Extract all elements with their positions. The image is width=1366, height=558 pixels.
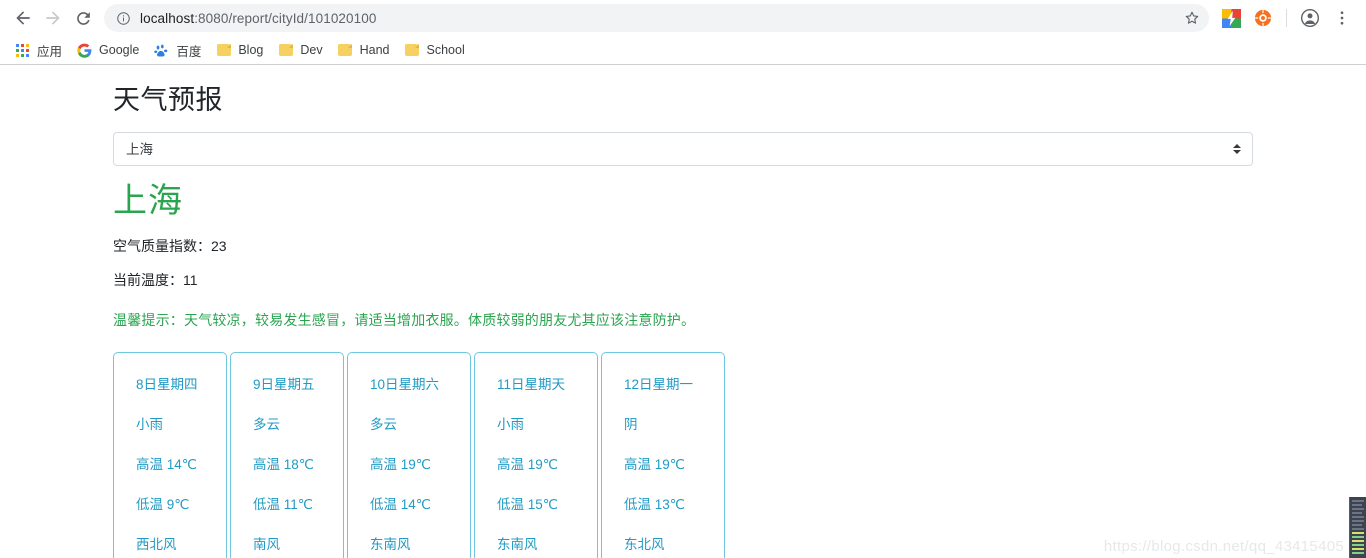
forecast-card: 10日星期六 多云 高温 19℃ 低温 14℃ 东南风 <box>347 352 471 558</box>
forecast-low: 低温 14℃ <box>370 497 431 512</box>
forecast-high: 高温 18℃ <box>253 457 314 472</box>
back-button[interactable] <box>8 3 38 33</box>
city-select[interactable]: 上海 <box>113 132 1253 166</box>
bookmark-item-apps[interactable]: 应用 <box>10 39 70 61</box>
bookmark-label: Hand <box>359 43 390 57</box>
folder-icon <box>337 42 354 59</box>
forecast-day: 9日星期五 <box>253 377 315 392</box>
city-name-heading: 上海 <box>113 182 183 220</box>
forecast-card: 8日星期四 小雨 高温 14℃ 低温 9℃ 西北风 <box>113 352 227 558</box>
bookmark-star-button[interactable] <box>1177 3 1207 33</box>
browser-chrome: localhost:8080/report/cityId/101020100 应… <box>0 0 1366 65</box>
forecast-card: 12日星期一 阴 高温 19℃ 低温 13℃ 东北风 <box>601 352 725 558</box>
url-path: :8080/report/cityId/101020100 <box>194 10 377 26</box>
forecast-card: 9日星期五 多云 高温 18℃ 低温 11℃ 南风 <box>230 352 344 558</box>
forecast-day: 10日星期六 <box>370 377 440 392</box>
forecast-high: 高温 19℃ <box>624 457 685 472</box>
orange-circle-extension-icon[interactable] <box>1250 5 1276 31</box>
forecast-low: 低温 13℃ <box>624 497 685 512</box>
forecast-wind: 南风 <box>253 537 280 552</box>
three-dot-menu-icon[interactable] <box>1329 5 1355 31</box>
forecast-condition: 阴 <box>624 417 638 432</box>
google-lightning-extension-icon[interactable] <box>1218 5 1244 31</box>
forecast-high: 高温 14℃ <box>136 457 197 472</box>
bookmark-item-blog[interactable]: Blog <box>211 39 271 61</box>
bookmark-item-school[interactable]: School <box>400 39 473 61</box>
google-g-icon <box>76 42 93 59</box>
bookmark-label: 应用 <box>37 44 63 59</box>
baidu-paw-icon <box>153 42 170 59</box>
page-viewport: 天气预报 上海 上海 空气质量指数：23 当前温度：11 温馨提示：天气较凉，较… <box>0 65 1366 558</box>
page-title: 天气预报 <box>113 85 223 115</box>
reload-button[interactable] <box>68 3 98 33</box>
weather-report-page: 天气预报 上海 上海 空气质量指数：23 当前温度：11 温馨提示：天气较凉，较… <box>0 83 1366 558</box>
forecast-wind: 东北风 <box>624 537 665 552</box>
profile-avatar-icon[interactable] <box>1297 5 1323 31</box>
forecast-high: 高温 19℃ <box>370 457 431 472</box>
bookmark-label: Google <box>99 43 140 57</box>
forecast-low: 低温 11℃ <box>253 497 313 512</box>
forecast-low: 低温 9℃ <box>136 497 190 512</box>
forecast-condition: 小雨 <box>136 417 163 432</box>
forecast-high: 高温 19℃ <box>497 457 558 472</box>
apps-grid-icon <box>14 42 31 59</box>
forecast-wind: 西北风 <box>136 537 177 552</box>
bookmark-item-dev[interactable]: Dev <box>273 39 330 61</box>
forward-button[interactable] <box>38 3 68 33</box>
bookmark-label: 百度 <box>176 44 202 59</box>
toolbar-right-actions <box>1215 5 1358 31</box>
bookmarks-bar: 应用 Google 百度 Blog Dev Hand School <box>0 36 1366 64</box>
city-select-wrapper: 上海 <box>113 132 1253 166</box>
bookmark-label: Blog <box>238 43 264 57</box>
bookmark-label: Dev <box>300 43 323 57</box>
address-bar-url: localhost:8080/report/cityId/101020100 <box>140 11 376 26</box>
forecast-condition: 多云 <box>253 417 280 432</box>
current-temperature: 当前温度：11 <box>113 272 198 288</box>
forecast-card: 11日星期天 小雨 高温 19℃ 低温 15℃ 东南风 <box>474 352 598 558</box>
folder-icon <box>215 42 232 59</box>
air-quality-index: 空气质量指数：23 <box>113 238 227 254</box>
url-host: localhost <box>140 10 195 26</box>
weather-tip: 温馨提示：天气较凉，较易发生感冒，请适当增加衣服。体质较弱的朋友尤其应该注意防护… <box>113 312 696 328</box>
bookmark-item-hand[interactable]: Hand <box>333 39 398 61</box>
code-minimap-overlay[interactable] <box>1349 497 1366 558</box>
folder-icon <box>404 42 421 59</box>
bookmark-item-baidu[interactable]: 百度 <box>149 39 209 61</box>
forecast-wind: 东南风 <box>497 537 538 552</box>
forecast-condition: 小雨 <box>497 417 524 432</box>
bookmark-item-google[interactable]: Google <box>72 39 147 61</box>
watermark: https://blog.csdn.net/qq_43415405 <box>1103 538 1344 555</box>
forecast-low: 低温 15℃ <box>497 497 558 512</box>
forecast-wind: 东南风 <box>370 537 411 552</box>
forecast-card-list: 8日星期四 小雨 高温 14℃ 低温 9℃ 西北风 9日星期五 多云 高温 18… <box>113 352 1366 558</box>
browser-toolbar: localhost:8080/report/cityId/101020100 <box>0 0 1366 36</box>
folder-icon <box>277 42 294 59</box>
forecast-day: 8日星期四 <box>136 377 198 392</box>
info-circle-icon[interactable] <box>116 11 131 26</box>
toolbar-divider <box>1286 9 1287 27</box>
forecast-day: 12日星期一 <box>624 377 694 392</box>
forecast-condition: 多云 <box>370 417 397 432</box>
bookmark-label: School <box>426 43 465 57</box>
address-bar[interactable]: localhost:8080/report/cityId/101020100 <box>104 4 1209 32</box>
forecast-day: 11日星期天 <box>497 377 566 392</box>
